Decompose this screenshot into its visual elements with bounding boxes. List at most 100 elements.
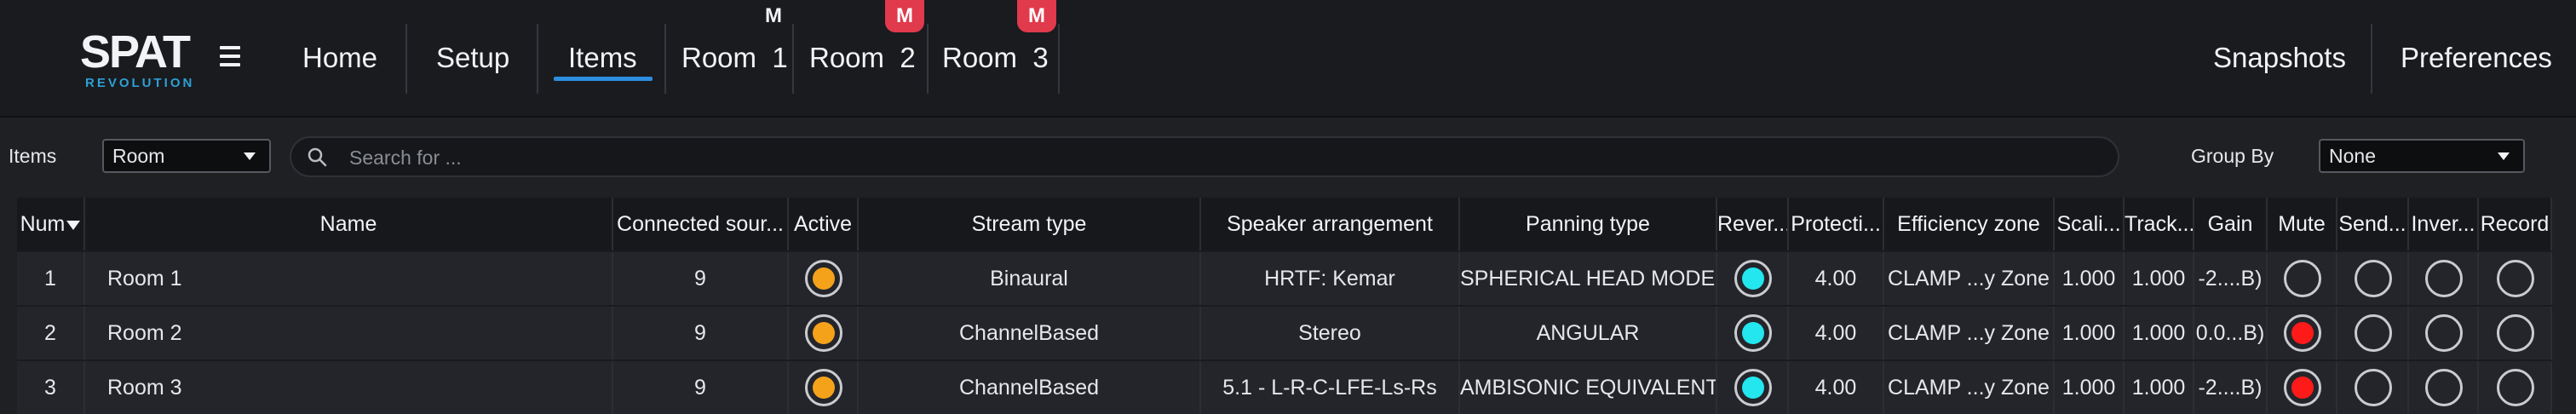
cell-gain: 0.0...B) [2194, 307, 2268, 359]
chevron-down-icon [2498, 152, 2510, 160]
sort-descending-icon[interactable] [66, 220, 81, 230]
active-toggle[interactable] [805, 260, 842, 297]
group-by-label: Group By [2191, 145, 2274, 167]
reverb-toggle[interactable] [1734, 369, 1772, 406]
cell-tracking: 1.000 [2125, 252, 2194, 305]
active-tab-indicator [554, 77, 653, 81]
column-header-name[interactable]: Name [85, 198, 613, 250]
cell-invert [2409, 252, 2479, 305]
cell-scaling: 1.000 [2055, 252, 2125, 305]
cell-panning: ANGULAR [1460, 307, 1717, 359]
cell-num: 1 [17, 252, 85, 305]
cell-efficiency: CLAMP ...y Zone [1884, 361, 2055, 414]
column-header-gain[interactable]: Gain [2194, 198, 2268, 250]
cell-record [2479, 307, 2552, 359]
cell-reverb [1717, 252, 1789, 305]
nav-home[interactable]: Home [302, 0, 377, 94]
column-header-label: Connected sour... [617, 212, 784, 236]
record-toggle[interactable] [2497, 369, 2534, 406]
cell-connected: 9 [613, 361, 789, 414]
column-header-efficiency[interactable]: Efficiency zone [1884, 198, 2055, 250]
search-bar[interactable] [290, 136, 2119, 177]
items-type-value: Room [112, 145, 165, 167]
cell-mute [2268, 252, 2337, 305]
cell-num: 3 [17, 361, 85, 414]
cell-active [789, 361, 859, 414]
cell-send [2337, 361, 2409, 414]
cell-active [789, 252, 859, 305]
column-header-label: Active [793, 212, 853, 236]
reverb-toggle[interactable] [1734, 260, 1772, 297]
table-header-row: Num Name Connected sour... Active Stream typ… [17, 198, 2552, 250]
column-header-send[interactable]: Send... [2337, 198, 2409, 250]
active-toggle[interactable] [805, 369, 842, 406]
cell-speaker: 5.1 - L-R-C-LFE-Ls-Rs [1201, 361, 1460, 414]
column-header-label: Panning type [1526, 212, 1650, 236]
column-header-label: Track... [2125, 212, 2194, 236]
nav-setup[interactable]: Setup [436, 0, 509, 94]
items-type-select[interactable]: Room [102, 139, 271, 173]
column-header-stream[interactable]: Stream type [859, 198, 1201, 250]
column-header-label: Send... [2338, 212, 2406, 236]
cell-panning: SPHERICAL HEAD MODEL [1460, 252, 1717, 305]
room-2-mute-badge: M [885, 0, 924, 32]
cell-reverb [1717, 307, 1789, 359]
group-by-select[interactable]: None [2319, 139, 2525, 173]
column-header-active[interactable]: Active [789, 198, 859, 250]
invert-toggle[interactable] [2425, 369, 2463, 406]
cell-protection: 4.00 [1789, 252, 1884, 305]
invert-toggle[interactable] [2425, 314, 2463, 352]
nav-snapshots[interactable]: Snapshots [2213, 0, 2346, 94]
column-header-scaling[interactable]: Scali... [2055, 198, 2125, 250]
hamburger-menu-icon[interactable] [220, 46, 240, 70]
room-1-mute-badge: M [765, 4, 782, 27]
send-toggle[interactable] [2355, 260, 2392, 297]
record-toggle[interactable] [2497, 260, 2534, 297]
column-header-invert[interactable]: Inver... [2409, 198, 2479, 250]
cell-reverb [1717, 361, 1789, 414]
cell-efficiency: CLAMP ...y Zone [1884, 307, 2055, 359]
cell-gain: -2....B) [2194, 252, 2268, 305]
items-label: Items [9, 145, 57, 167]
nav-separator [664, 24, 666, 94]
active-toggle[interactable] [805, 314, 842, 352]
send-toggle[interactable] [2355, 314, 2392, 352]
column-header-num[interactable]: Num [17, 198, 85, 250]
column-header-label: Record [2480, 212, 2550, 236]
nav-preferences[interactable]: Preferences [2401, 0, 2552, 94]
active-indicator-dot [813, 322, 835, 344]
items-table: Num Name Connected sour... Active Stream typ… [17, 198, 2552, 414]
search-input[interactable] [348, 145, 2055, 170]
cell-name: Room 1 [85, 252, 613, 305]
column-header-mute[interactable]: Mute [2268, 198, 2337, 250]
reverb-indicator-dot [1742, 267, 1764, 290]
cell-send [2337, 252, 2409, 305]
nav-separator [405, 24, 407, 94]
cell-scaling: 1.000 [2055, 307, 2125, 359]
column-header-label: Rever... [1717, 212, 1789, 236]
cell-speaker: Stereo [1201, 307, 1460, 359]
invert-toggle[interactable] [2425, 260, 2463, 297]
column-header-reverb[interactable]: Rever... [1717, 198, 1789, 250]
column-header-protection[interactable]: Protecti... [1789, 198, 1884, 250]
reverb-indicator-dot [1742, 377, 1764, 399]
cell-panning: AMBISONIC EQUIVALENT [1460, 361, 1717, 414]
column-header-label: Num [20, 212, 66, 236]
column-header-connected[interactable]: Connected sour... [613, 198, 789, 250]
column-header-record[interactable]: Record [2479, 198, 2552, 250]
column-header-tracking[interactable]: Track... [2125, 198, 2194, 250]
record-toggle[interactable] [2497, 314, 2534, 352]
send-toggle[interactable] [2355, 369, 2392, 406]
mute-toggle[interactable] [2284, 314, 2321, 352]
table-row[interactable]: 3 Room 3 9 ChannelBased 5.1 - L-R-C-LFE-Ls-R… [17, 359, 2552, 414]
reverb-toggle[interactable] [1734, 314, 1772, 352]
mute-toggle[interactable] [2284, 369, 2321, 406]
cell-tracking: 1.000 [2125, 307, 2194, 359]
cell-connected: 9 [613, 307, 789, 359]
column-header-speaker[interactable]: Speaker arrangement [1201, 198, 1460, 250]
nav-separator [2371, 24, 2372, 94]
table-row[interactable]: 1 Room 1 9 Binaural HRTF: Kemar SPHERICAL HEA… [17, 250, 2552, 305]
column-header-panning[interactable]: Panning type [1460, 198, 1717, 250]
table-row[interactable]: 2 Room 2 9 ChannelBased Stereo ANGULAR 4.00 CLA… [17, 305, 2552, 359]
mute-toggle[interactable] [2284, 260, 2321, 297]
